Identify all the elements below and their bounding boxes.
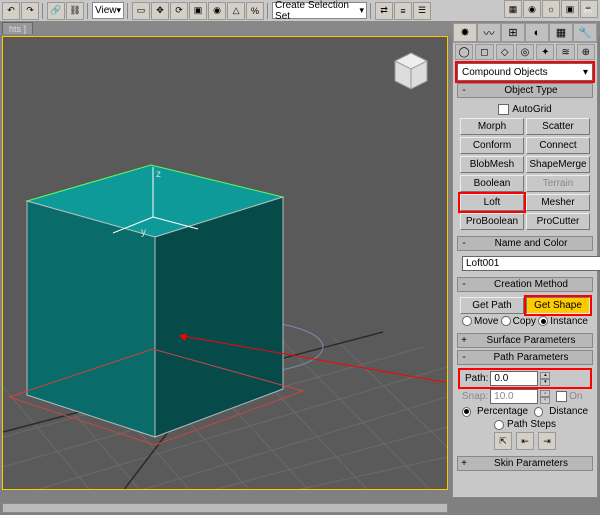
perspective-viewport[interactable]: y z xyxy=(2,36,448,490)
viewport-content: y z xyxy=(3,37,447,489)
select-button[interactable]: ▭ xyxy=(132,2,150,20)
command-panel: ✸ 〰 ⊞ ◐ ▦ 🔧 ◯ ◻ ◇ ◎ ✦ ≋ ⊕ Compound Objec… xyxy=(452,22,598,498)
surface-params-rollout[interactable]: +Surface Parameters xyxy=(457,333,593,348)
mirror-button[interactable]: ⇄ xyxy=(375,2,393,20)
lights-subtab[interactable]: ◇ xyxy=(496,44,514,60)
svg-text:y: y xyxy=(141,227,146,238)
get-path-button[interactable]: Get Path xyxy=(460,297,524,314)
conform-button[interactable]: Conform xyxy=(460,137,524,154)
unlink-button[interactable]: ⛓ xyxy=(66,2,84,20)
viewport-tab[interactable]: hts ] xyxy=(2,22,33,34)
snap-spinner[interactable]: ▴▾ xyxy=(540,390,550,404)
pick-path-button[interactable]: ⇱ xyxy=(494,432,512,450)
next-path-button[interactable]: ⇥ xyxy=(538,432,556,450)
create-subtabs: ◯ ◻ ◇ ◎ ✦ ≋ ⊕ xyxy=(453,43,597,61)
category-dropdown[interactable]: Compound Objects▾ xyxy=(457,63,593,81)
render-frame-button[interactable]: ▣ xyxy=(561,0,579,18)
modify-tab[interactable]: 〰 xyxy=(477,23,501,42)
loft-button[interactable]: Loft xyxy=(460,194,524,211)
percent-snap-button[interactable]: % xyxy=(246,2,264,20)
chevron-down-icon: ▾ xyxy=(583,67,588,78)
command-tabs: ✸ 〰 ⊞ ◐ ▦ 🔧 xyxy=(453,23,597,43)
copy-radio[interactable] xyxy=(501,316,511,326)
distance-radio[interactable] xyxy=(534,407,543,417)
viewcube[interactable] xyxy=(387,47,435,95)
redo-button[interactable]: ↷ xyxy=(21,2,39,20)
creation-method-rollout[interactable]: -Creation Method xyxy=(457,277,593,292)
layers-button[interactable]: ☰ xyxy=(413,2,431,20)
percentage-radio[interactable] xyxy=(462,407,471,417)
reference-dropdown[interactable]: View ▾ xyxy=(92,2,124,19)
create-tab[interactable]: ✸ xyxy=(453,23,477,42)
snap-button[interactable]: ◉ xyxy=(208,2,226,20)
path-input[interactable] xyxy=(490,371,538,386)
schematic-button[interactable]: ▦ xyxy=(504,0,522,18)
name-color-rollout[interactable]: -Name and Color xyxy=(457,236,593,251)
procutter-button[interactable]: ProCutter xyxy=(526,213,590,230)
proboolean-button[interactable]: ProBoolean xyxy=(460,213,524,230)
scatter-button[interactable]: Scatter xyxy=(526,118,590,135)
motion-tab[interactable]: ◐ xyxy=(525,23,549,42)
connect-button[interactable]: Connect xyxy=(526,137,590,154)
geometry-subtab[interactable]: ◯ xyxy=(455,44,473,60)
hierarchy-tab[interactable]: ⊞ xyxy=(501,23,525,42)
display-tab[interactable]: ▦ xyxy=(549,23,573,42)
instance-radio[interactable] xyxy=(538,316,548,326)
utilities-tab[interactable]: 🔧 xyxy=(573,23,597,42)
get-shape-button[interactable]: Get Shape xyxy=(526,297,590,314)
boolean-button[interactable]: Boolean xyxy=(460,175,524,192)
blobmesh-button[interactable]: BlobMesh xyxy=(460,156,524,173)
spacewarps-subtab[interactable]: ≋ xyxy=(556,44,574,60)
systems-subtab[interactable]: ⊕ xyxy=(577,44,595,60)
mesher-button[interactable]: Mesher xyxy=(526,194,590,211)
pathsteps-radio[interactable] xyxy=(494,420,504,430)
align-button[interactable]: ≡ xyxy=(394,2,412,20)
cameras-subtab[interactable]: ◎ xyxy=(516,44,534,60)
path-spinner[interactable]: ▴▾ xyxy=(540,372,550,386)
path-label: Path: xyxy=(465,373,488,384)
object-type-rollout[interactable]: -Object Type xyxy=(457,83,593,98)
angle-snap-button[interactable]: △ xyxy=(227,2,245,20)
snap-label: Snap: xyxy=(462,391,488,402)
rotate-button[interactable]: ⟳ xyxy=(170,2,188,20)
shapes-subtab[interactable]: ◻ xyxy=(475,44,493,60)
svg-text:z: z xyxy=(156,169,161,180)
render-setup-button[interactable]: ☼ xyxy=(542,0,560,18)
selection-set-dropdown[interactable]: Create Selection Set ▾ xyxy=(272,2,367,19)
shapemerge-button[interactable]: ShapeMerge xyxy=(526,156,590,173)
move-button[interactable]: ✥ xyxy=(151,2,169,20)
terrain-button[interactable]: Terrain xyxy=(526,175,590,192)
skin-params-rollout[interactable]: +Skin Parameters xyxy=(457,456,593,471)
move-radio[interactable] xyxy=(462,316,472,326)
autogrid-label: AutoGrid xyxy=(512,104,551,115)
time-slider[interactable] xyxy=(2,503,448,513)
morph-button[interactable]: Morph xyxy=(460,118,524,135)
material-button[interactable]: ◉ xyxy=(523,0,541,18)
right-toolbar: ▦ ◉ ☼ ▣ ☕ xyxy=(504,0,598,18)
snap-input[interactable] xyxy=(490,389,538,404)
link-button[interactable]: 🔗 xyxy=(47,2,65,20)
path-params-rollout[interactable]: -Path Parameters xyxy=(457,350,593,365)
object-name-input[interactable] xyxy=(462,256,600,271)
snap-on-checkbox[interactable] xyxy=(556,391,567,402)
helpers-subtab[interactable]: ✦ xyxy=(536,44,554,60)
render-button[interactable]: ☕ xyxy=(580,0,598,18)
autogrid-checkbox[interactable] xyxy=(498,104,509,115)
undo-button[interactable]: ↶ xyxy=(2,2,20,20)
prev-path-button[interactable]: ⇤ xyxy=(516,432,534,450)
scale-button[interactable]: ▣ xyxy=(189,2,207,20)
